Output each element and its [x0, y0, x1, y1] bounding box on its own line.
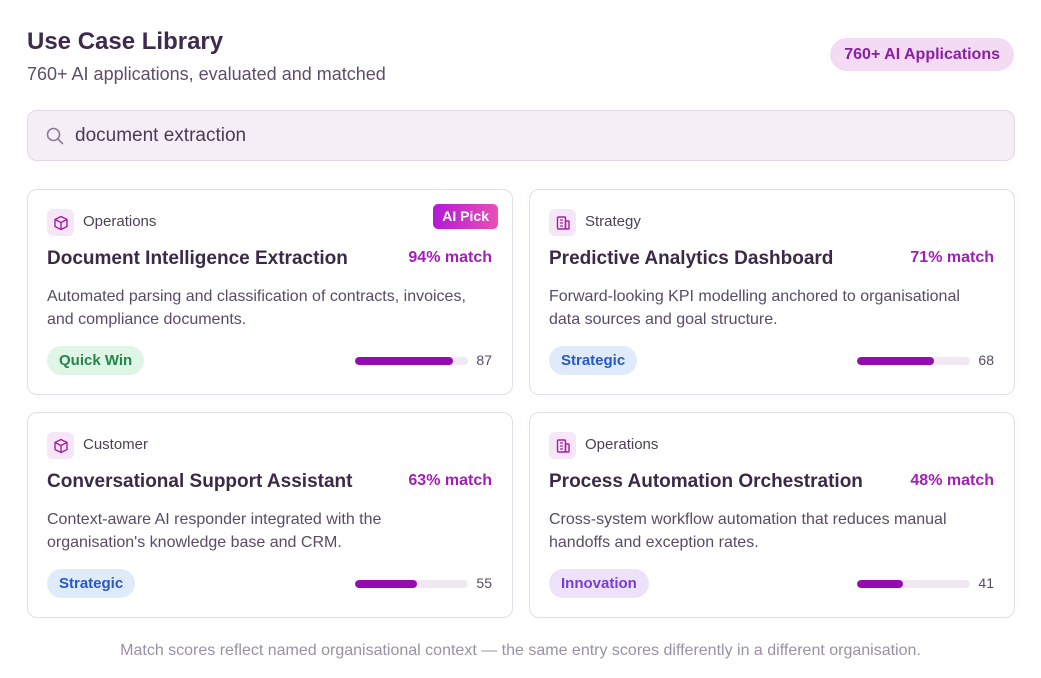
score-bar [857, 580, 970, 588]
match-percentage: 48% match [910, 472, 994, 489]
card-description: Automated parsing and classification of … [47, 288, 466, 328]
score-value: 87 [476, 352, 492, 368]
category-label: Customer [83, 436, 149, 453]
match-percentage: 94% match [408, 249, 492, 266]
card-title: Document Intelligence Extraction [47, 248, 348, 269]
category-label: Strategy [585, 213, 641, 230]
card-description: Context-aware AI responder integrated wi… [47, 511, 382, 551]
ai-pick-badge: AI Pick [433, 204, 498, 229]
search-input[interactable] [75, 111, 995, 160]
building-icon [549, 209, 576, 236]
search-bar[interactable] [27, 110, 1015, 161]
match-percentage: 71% match [910, 249, 994, 266]
match-percentage: 63% match [408, 472, 492, 489]
score-bar-fill [355, 357, 454, 365]
score-bar [857, 357, 970, 365]
page-subtitle: 760+ AI applications, evaluated and matc… [27, 64, 386, 84]
use-case-card-conversational-support[interactable]: Customer Conversational Support Assistan… [27, 412, 513, 618]
building-icon [549, 432, 576, 459]
priority-tag: Innovation [549, 569, 649, 598]
score-bar [355, 580, 468, 588]
category-label: Operations [585, 436, 659, 453]
card-description: Cross-system workflow automation that re… [549, 511, 947, 551]
score-bar-fill [355, 580, 418, 588]
applications-count-badge: 760+ AI Applications [830, 38, 1014, 71]
score-bar-fill [857, 357, 934, 365]
score-value: 68 [978, 352, 994, 368]
card-title: Predictive Analytics Dashboard [549, 248, 834, 269]
footer-note: Match scores reflect named organisationa… [120, 642, 921, 659]
card-description: Forward-looking KPI modelling anchored t… [549, 288, 960, 328]
score-value: 41 [978, 575, 994, 591]
use-case-card-predictive-analytics[interactable]: Strategy Predictive Analytics Dashboard … [529, 189, 1015, 395]
score-value: 55 [476, 575, 492, 591]
card-title: Conversational Support Assistant [47, 471, 353, 492]
use-case-card-document-intelligence[interactable]: Operations AI Pick Document Intelligence… [27, 189, 513, 395]
score-bar-fill [857, 580, 904, 588]
search-icon [46, 127, 64, 145]
use-case-card-process-automation[interactable]: Operations Process Automation Orchestrat… [529, 412, 1015, 618]
page-title: Use Case Library [27, 28, 224, 55]
priority-tag: Strategic [47, 569, 136, 598]
priority-tag: Quick Win [47, 346, 145, 375]
cube-icon [47, 209, 74, 236]
cube-icon [47, 432, 74, 459]
category-label: Operations [83, 213, 157, 230]
page-header: Use Case Library 760+ AI applications, e… [27, 26, 1014, 86]
card-title: Process Automation Orchestration [549, 471, 863, 492]
score-bar [355, 357, 468, 365]
priority-tag: Strategic [549, 346, 638, 375]
